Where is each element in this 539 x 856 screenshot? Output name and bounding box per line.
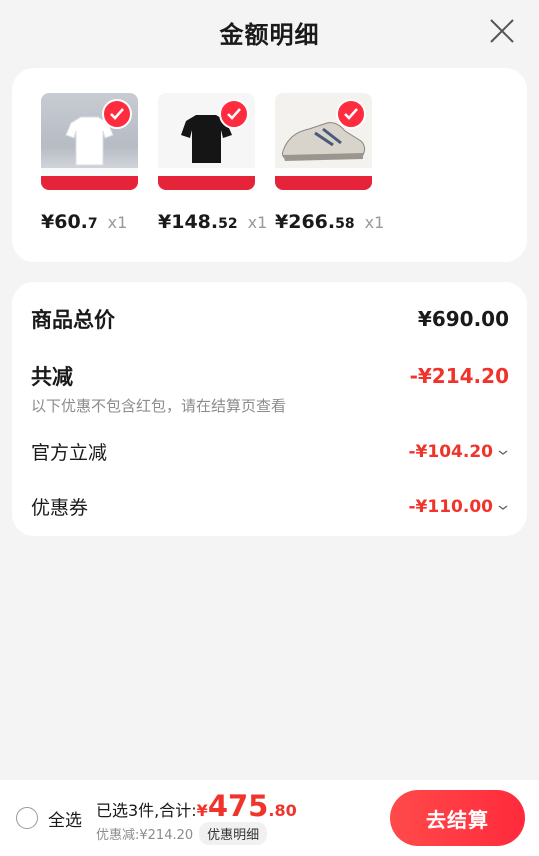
- product-quantity: x1: [247, 213, 268, 232]
- selected-check-icon: [102, 99, 132, 129]
- checkout-button[interactable]: 去结算: [390, 790, 525, 846]
- product-quantity: x1: [107, 213, 128, 232]
- product-quantity: x1: [364, 213, 385, 232]
- discount-note: 以下优惠不包含红包，请在结算页查看: [31, 397, 287, 415]
- discount-label: 共减: [31, 365, 73, 389]
- discount-item-label: 优惠券: [31, 497, 89, 519]
- total-amount-integer: 475: [207, 789, 269, 823]
- selected-check-icon: [336, 99, 366, 129]
- product-image-black-tshirt[interactable]: [158, 93, 255, 190]
- product-image-white-tshirt[interactable]: [41, 93, 138, 190]
- discount-item-value: -¥110.00: [409, 497, 510, 517]
- product-price: ¥60.7: [41, 211, 98, 233]
- selected-check-icon: [219, 99, 249, 129]
- total-price-row: 商品总价 ¥690.00: [31, 304, 509, 334]
- discount-item-coupon[interactable]: 优惠券 -¥110.00: [31, 493, 509, 520]
- total-price-value: ¥690.00: [417, 307, 509, 331]
- discount-row: 共减 -¥214.20: [31, 361, 509, 391]
- discount-value: -¥214.20: [409, 364, 509, 388]
- currency-symbol: ¥: [196, 801, 208, 820]
- discount-item-label: 官方立减: [31, 442, 108, 464]
- product-list: ¥60.7 x1 ¥148.52 x1 ¥266.58 x1: [12, 68, 527, 262]
- saved-amount-text: 优惠减:¥214.20: [96, 828, 194, 843]
- select-all-label[interactable]: 全选: [48, 806, 82, 831]
- product-item[interactable]: ¥148.52 x1: [158, 93, 267, 262]
- selected-count-text: 已选3件,合计:: [96, 801, 197, 820]
- total-amount-decimal: .80: [268, 801, 297, 820]
- discount-item-official[interactable]: 官方立减 -¥104.20: [31, 438, 509, 465]
- price-summary: 商品总价 ¥690.00 共减 -¥214.20 以下优惠不包含红包，请在结算页…: [12, 282, 527, 536]
- header: 金额明细: [0, 0, 539, 64]
- product-item[interactable]: ¥60.7 x1: [41, 93, 138, 262]
- product-image-running-shoe[interactable]: [275, 93, 372, 190]
- total-price-label: 商品总价: [31, 308, 115, 332]
- checkout-bar: 全选 已选3件,合计: ¥ 475 .80 优惠减:¥214.20 优惠明细 去…: [0, 780, 539, 856]
- product-item[interactable]: ¥266.58 x1: [275, 93, 384, 262]
- select-all-radio[interactable]: [16, 807, 38, 829]
- discount-detail-button[interactable]: 优惠明细: [199, 822, 268, 845]
- discount-item-value: -¥104.20: [409, 442, 510, 462]
- product-price: ¥266.58: [275, 211, 355, 233]
- chevron-down-icon[interactable]: [497, 501, 509, 513]
- product-price: ¥148.52: [158, 211, 238, 233]
- chevron-down-icon[interactable]: [497, 446, 509, 458]
- page-title: 金额明细: [219, 20, 320, 49]
- order-total: 已选3件,合计: ¥ 475 .80 优惠减:¥214.20 优惠明细: [96, 791, 297, 845]
- close-icon[interactable]: [487, 16, 517, 46]
